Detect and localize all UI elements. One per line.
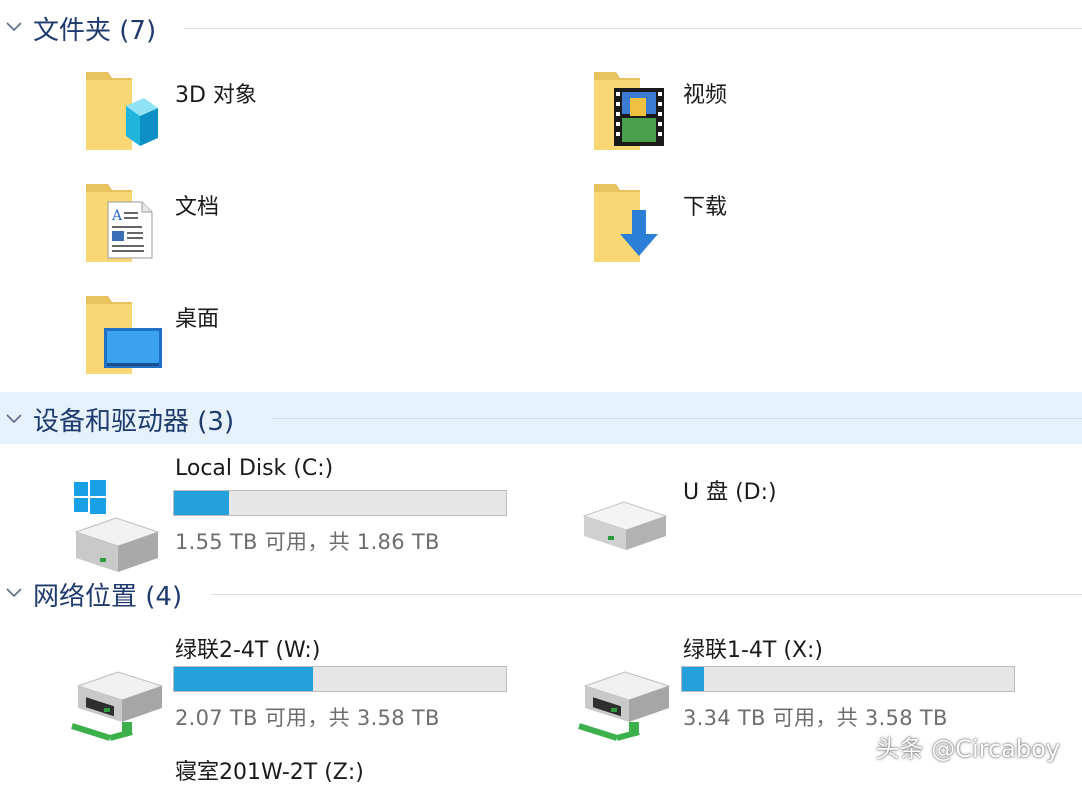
- removable-drive-icon: [582, 501, 668, 550]
- folder-label: 3D 对象: [175, 83, 257, 108]
- drive-item-c[interactable]: Local Disk (C:) 1.55 TB 可用，共 1.86 TB: [70, 452, 520, 572]
- folder-item-documents[interactable]: A 文档: [82, 180, 312, 272]
- group-title: 设备和驱动器 (3): [33, 407, 235, 437]
- group-divider: [212, 594, 1082, 595]
- drive-usage-bar: [173, 490, 507, 516]
- documents-folder-icon: A: [86, 184, 153, 262]
- network-drive-item-z[interactable]: 寝室201W-2T (Z:): [70, 752, 470, 785]
- videos-folder-icon: [594, 72, 664, 150]
- folder-item-videos[interactable]: 视频: [590, 68, 820, 160]
- 3d-objects-folder-icon: [86, 72, 158, 150]
- chevron-down-icon[interactable]: [4, 582, 24, 602]
- drive-label: 寝室201W-2T (Z:): [175, 760, 364, 785]
- windows-system-drive-icon: [74, 480, 160, 572]
- watermark-text: 头条 @Circaboy: [875, 735, 1060, 763]
- group-title: 网络位置 (4): [33, 582, 183, 612]
- desktop-folder-icon: [86, 296, 162, 374]
- folder-label: 桌面: [175, 307, 220, 332]
- folder-item-3d-objects[interactable]: 3D 对象: [82, 68, 312, 160]
- folder-item-downloads[interactable]: 下载: [590, 180, 820, 272]
- drive-free-space: 2.07 TB 可用，共 3.58 TB: [175, 706, 440, 730]
- network-drive-item-w[interactable]: 绿联2-4T (W:) 2.07 TB 可用，共 3.58 TB: [70, 628, 520, 741]
- network-group-header[interactable]: 网络位置 (4): [0, 568, 1082, 618]
- drive-label: U 盘 (D:): [683, 480, 777, 505]
- drive-label: 绿联2-4T (W:): [175, 638, 321, 663]
- devices-group-header[interactable]: 设备和驱动器 (3): [0, 392, 1082, 444]
- drive-usage-fill: [682, 667, 705, 691]
- svg-text:A: A: [111, 208, 123, 224]
- drive-item-d[interactable]: U 盘 (D:): [578, 470, 978, 556]
- drive-usage-bar: [173, 666, 507, 692]
- downloads-folder-icon: [594, 184, 658, 262]
- group-divider: [184, 28, 1082, 29]
- network-drive-icon: [71, 671, 164, 741]
- drive-free-space: 1.55 TB 可用，共 1.86 TB: [175, 530, 440, 554]
- chevron-down-icon[interactable]: [4, 408, 24, 428]
- drive-label: Local Disk (C:): [175, 456, 334, 481]
- folders-group-header[interactable]: 文件夹 (7): [0, 2, 1082, 52]
- chevron-down-icon[interactable]: [4, 16, 24, 36]
- drive-usage-fill: [174, 667, 314, 691]
- drive-usage-fill: [174, 491, 230, 515]
- folder-label: 下载: [683, 195, 728, 220]
- network-drive-item-x[interactable]: 绿联1-4T (X:) 3.34 TB 可用，共 3.58 TB: [577, 628, 1027, 741]
- folder-item-desktop[interactable]: 桌面: [82, 292, 312, 384]
- folder-label: 文档: [175, 195, 220, 220]
- group-title: 文件夹 (7): [33, 16, 157, 46]
- drive-free-space: 3.34 TB 可用，共 3.58 TB: [683, 706, 948, 730]
- folder-label: 视频: [683, 83, 728, 108]
- group-divider: [273, 418, 1082, 419]
- drive-usage-bar: [681, 666, 1015, 692]
- drive-label: 绿联1-4T (X:): [683, 638, 824, 663]
- network-drive-icon: [578, 671, 671, 741]
